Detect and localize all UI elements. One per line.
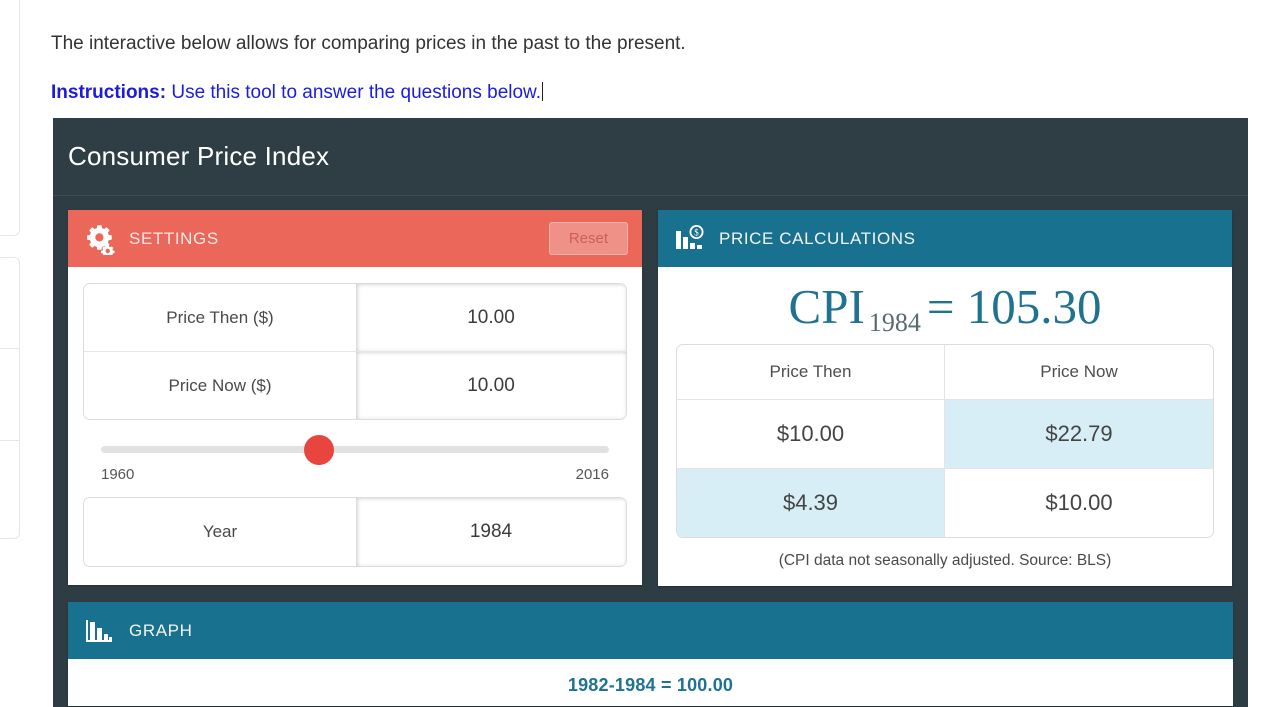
price-then-input[interactable]: 10.00 [356, 284, 626, 351]
bar-chart-icon [82, 614, 116, 648]
instructions-label: Instructions: [51, 81, 167, 103]
cell-price-now-row2: $10.00 [1045, 490, 1113, 516]
edge-card-stack [0, 257, 20, 539]
page-root: The interactive below allows for compari… [0, 0, 1276, 707]
edge-card-divider-1 [0, 348, 20, 349]
bar-chart-dollar-icon: $ [672, 222, 706, 256]
settings-body: Price Then ($) 10.00 Price Now ($) 10.00 [68, 267, 642, 585]
edge-card-upper [0, 0, 20, 236]
cell-price-then-row2: $4.39 [677, 469, 945, 538]
app-title: Consumer Price Index [68, 141, 330, 171]
price-calculations-header: $ PRICE CALCULATIONS [658, 210, 1232, 267]
price-then-label: Price Then ($) [84, 284, 356, 351]
cpi-equation: CPI 1984 = 105.30 [676, 281, 1214, 336]
reset-button[interactable]: Reset [548, 222, 628, 255]
year-slider-max-label: 2016 [575, 466, 609, 483]
graph-base-year-title: 1982-1984 = 100.00 [567, 675, 734, 696]
app-body: SETTINGS Reset Price Then ($) 10.00 Pric… [53, 196, 1248, 707]
price-now-label: Price Now ($) [84, 352, 356, 419]
cpi-equals: = [926, 279, 955, 334]
settings-panel: SETTINGS Reset Price Then ($) 10.00 Pric… [68, 210, 642, 585]
svg-text:$: $ [694, 227, 699, 237]
settings-panel-title: SETTINGS [129, 228, 219, 248]
price-table: Price Then Price Now $10.00 $22.79 $4.39… [676, 344, 1214, 539]
year-slider-min-label: 1960 [101, 466, 135, 483]
price-calculations-panel: $ PRICE CALCULATIONS CPI 1984 = 105.30 P… [658, 210, 1232, 587]
year-input[interactable]: 1984 [356, 498, 626, 566]
cpi-prefix: CPI [788, 279, 865, 334]
price-calculations-body: CPI 1984 = 105.30 Price Then Price Now $… [658, 267, 1232, 586]
table-header-row: Price Then Price Now [677, 345, 1213, 401]
column-header-price-then: Price Then [677, 345, 945, 401]
cpi-year-subscript: 1984 [868, 308, 921, 337]
settings-panel-header: SETTINGS Reset [68, 210, 642, 267]
column-header-price-now: Price Now [945, 345, 1213, 401]
price-fields-group: Price Then ($) 10.00 Price Now ($) 10.00 [83, 283, 627, 420]
graph-panel-header: GRAPH [68, 602, 1233, 660]
edge-card-divider-2 [0, 440, 20, 441]
instructions-paragraph: Instructions: Use this tool to answer th… [51, 79, 1151, 108]
price-now-row: Price Now ($) 10.00 [84, 351, 626, 419]
table-row: $10.00 $22.79 [677, 400, 1213, 470]
year-row: Year 1984 [84, 498, 626, 566]
price-calculations-title: PRICE CALCULATIONS [719, 228, 916, 248]
instructions-text: Use this tool to answer the questions be… [166, 81, 541, 103]
price-then-row: Price Then ($) 10.00 [84, 284, 626, 351]
top-panels-row: SETTINGS Reset Price Then ($) 10.00 Pric… [68, 210, 1233, 587]
year-slider-track[interactable] [101, 434, 609, 465]
graph-panel: GRAPH 1982-1984 = 100.00 [68, 602, 1233, 707]
price-now-input[interactable]: 10.00 [356, 352, 626, 419]
year-field-group: Year 1984 [83, 497, 627, 567]
table-row: $4.39 $10.00 [677, 469, 1213, 538]
intro-paragraph: The interactive below allows for compari… [51, 33, 686, 54]
app-titlebar: Consumer Price Index [53, 118, 1248, 196]
gear-icon [82, 222, 116, 256]
cpi-value: 105.30 [966, 279, 1102, 334]
cell-price-then-row1: $10.00 [677, 400, 945, 470]
year-slider-range-labels: 1960 2016 [101, 466, 609, 483]
cell-price-now-row1: $22.79 [945, 400, 1213, 470]
price-table-note: (CPI data not seasonally adjusted. Sourc… [778, 552, 1112, 570]
graph-body: 1982-1984 = 100.00 [68, 659, 1233, 706]
intro-prose: The interactive below allows for compari… [51, 30, 1151, 107]
text-caret [542, 81, 543, 101]
year-label: Year [84, 498, 356, 566]
year-slider-thumb[interactable] [303, 434, 334, 465]
year-slider[interactable]: 1960 2016 [83, 434, 627, 483]
graph-panel-title: GRAPH [129, 620, 193, 640]
cpi-app: Consumer Price Index SETTINGS Reset Pric… [53, 118, 1248, 707]
